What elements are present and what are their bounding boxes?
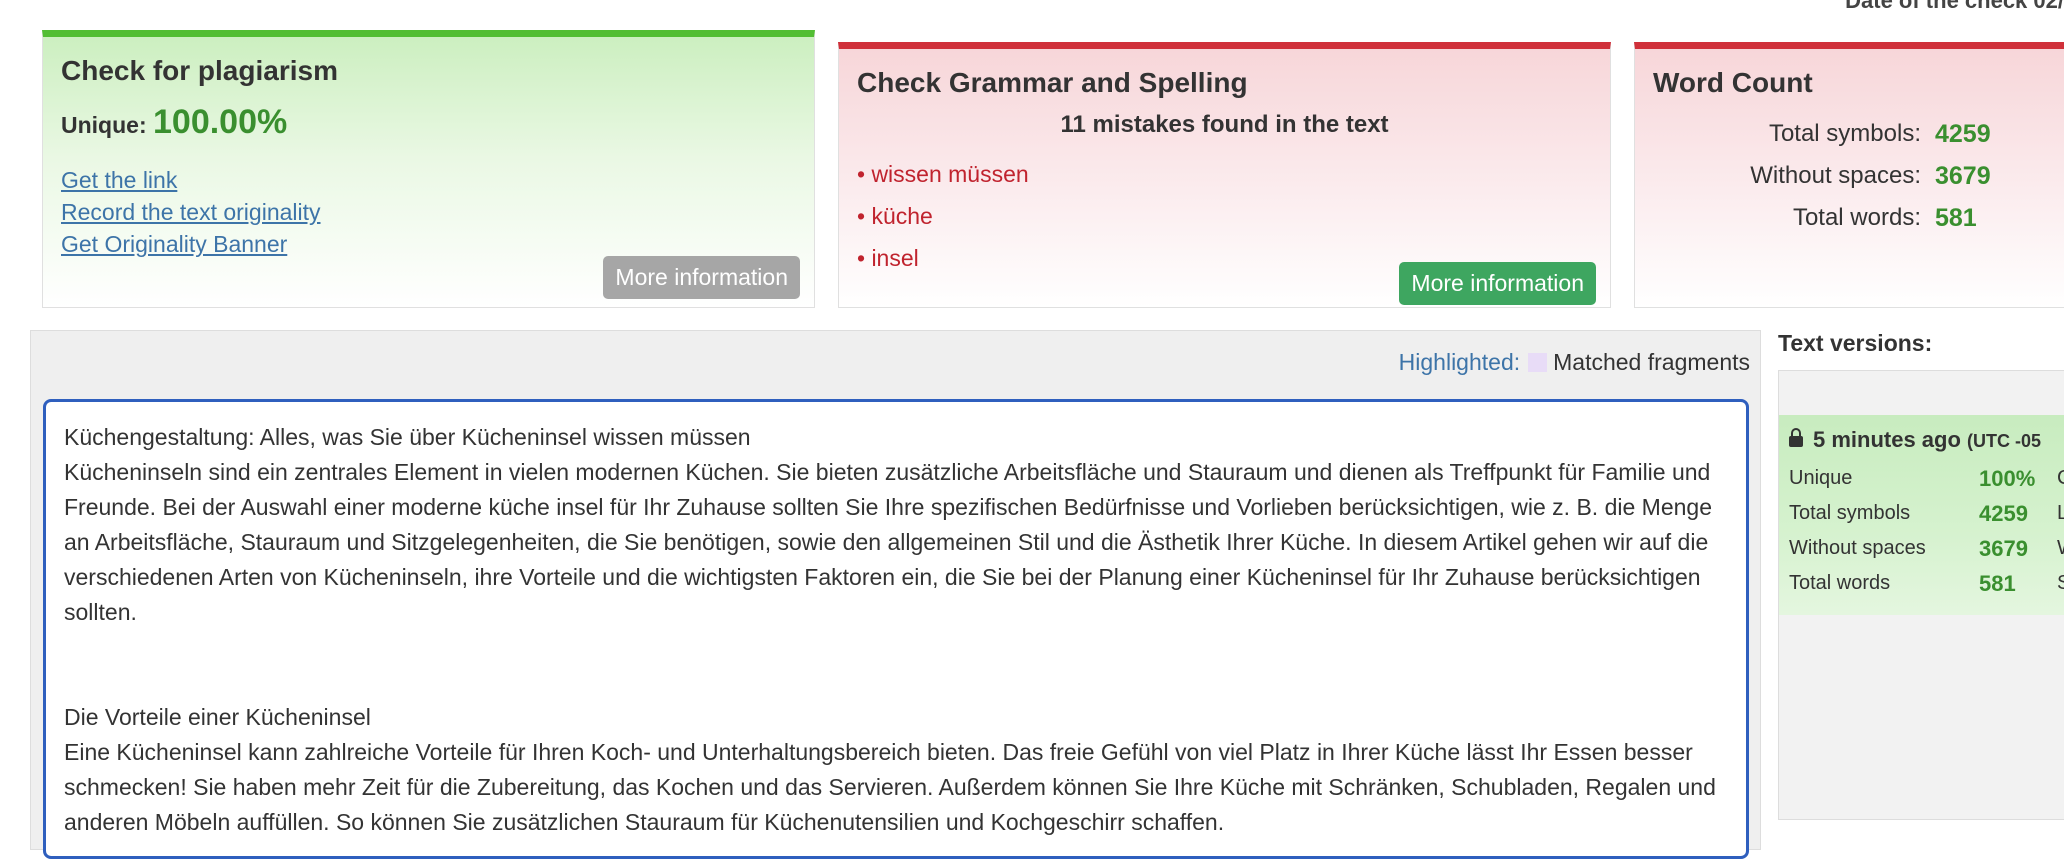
highlighted-label: Highlighted:: [1398, 349, 1521, 375]
version-stat-value: 4259: [1979, 500, 2028, 526]
grammar-more-info-button[interactable]: More information: [1399, 262, 1596, 305]
stat-value: 4259: [1935, 119, 1991, 148]
text-paragraph: Küchengestaltung: Alles, was Sie über Kü…: [64, 424, 751, 450]
text-paragraph: Die Vorteile einer Kücheninsel: [64, 704, 371, 730]
text-versions-title: Text versions:: [1778, 330, 1933, 356]
word-count-card: Word Count Total symbols: 4259 Without s…: [1634, 42, 2064, 308]
plagiarism-more-info-button[interactable]: More information: [603, 256, 800, 299]
stat-label: Without spaces:: [1750, 162, 1921, 189]
version-stat-value: 3679: [1979, 535, 2028, 561]
stat-label: Total words:: [1792, 204, 1921, 231]
version-stat-label: Without spaces: [1789, 537, 1926, 559]
checked-text-area[interactable]: Küchengestaltung: Alles, was Sie über Kü…: [43, 399, 1749, 859]
text-versions-panel: 5 minutes ago (UTC -05 Unique 100% C Tot…: [1778, 370, 2064, 820]
version-stat-extra: C: [2057, 467, 2064, 490]
unique-line: Unique: 100.00%: [61, 103, 796, 142]
version-stat-row: Total words 581 S: [1789, 566, 2064, 601]
highlight-legend: Highlighted: Matched fragments: [1399, 349, 1750, 376]
stat-label: Total symbols:: [1768, 120, 1921, 147]
version-stat-extra: L: [2057, 502, 2064, 524]
stat-row: Without spaces: 3679: [1653, 155, 2064, 197]
text-panel: Highlighted: Matched fragments Küchengest…: [30, 330, 1761, 859]
version-stat-extra: S: [2057, 572, 2064, 594]
version-stat-row: Total symbols 4259 L: [1789, 496, 2064, 531]
check-date: Date of the check 02/: [1845, 0, 2064, 13]
version-stat-label: Unique: [1789, 467, 1853, 489]
version-entry[interactable]: 5 minutes ago (UTC -05 Unique 100% C Tot…: [1779, 415, 2064, 615]
word-count-stats: Total symbols: 4259 Without spaces: 3679…: [1653, 113, 2064, 239]
stat-value: 581: [1935, 203, 1977, 232]
text-paragraph: Kücheninseln sind ein zentrales Element …: [64, 459, 1712, 625]
record-originality-link[interactable]: Record the text originality: [61, 196, 796, 228]
version-stat-label: Total symbols: [1789, 502, 1911, 524]
stat-value: 3679: [1935, 161, 1991, 190]
matched-swatch-icon: [1528, 353, 1548, 372]
plagiarism-card: Check for plagiarism Unique: 100.00% Get…: [42, 30, 815, 308]
version-stat-label: Total words: [1789, 572, 1891, 594]
stat-row: Total symbols: 4259: [1653, 113, 2064, 155]
grammar-title: Check Grammar and Spelling: [857, 67, 1248, 98]
get-link-link[interactable]: Get the link: [61, 164, 796, 196]
mistake-item[interactable]: • wissen müssen: [857, 153, 1592, 195]
mistakes-list: • wissen müssen • küche • insel: [857, 153, 1592, 279]
matched-fragments-label: Matched fragments: [1553, 349, 1750, 375]
version-stat-row: Without spaces 3679 W: [1789, 531, 2064, 566]
word-count-title: Word Count: [1653, 67, 1813, 98]
version-time: 5 minutes ago: [1813, 427, 1961, 452]
mistakes-summary: 11 mistakes found in the text: [1060, 111, 1389, 138]
version-stat-row: Unique 100% C: [1789, 461, 2064, 496]
lock-icon: [1789, 428, 1803, 447]
plagiarism-title: Check for plagiarism: [61, 55, 338, 86]
version-stat-value: 581: [1979, 570, 2016, 596]
version-stat-extra: W: [2057, 537, 2064, 560]
version-header: 5 minutes ago (UTC -05: [1789, 427, 2064, 453]
unique-value: 100.00%: [153, 103, 288, 141]
mistake-item[interactable]: • küche: [857, 195, 1592, 237]
version-timezone: (UTC -05: [1967, 431, 2042, 451]
plagiarism-links: Get the link Record the text originality…: [61, 164, 796, 260]
grammar-card: Check Grammar and Spelling 11 mistakes f…: [838, 42, 1611, 308]
unique-label: Unique:: [61, 112, 147, 138]
version-stat-value: 100%: [1979, 465, 2036, 491]
text-paragraph: Eine Kücheninsel kann zahlreiche Vorteil…: [64, 739, 1716, 835]
stat-row: Total words: 581: [1653, 197, 2064, 239]
